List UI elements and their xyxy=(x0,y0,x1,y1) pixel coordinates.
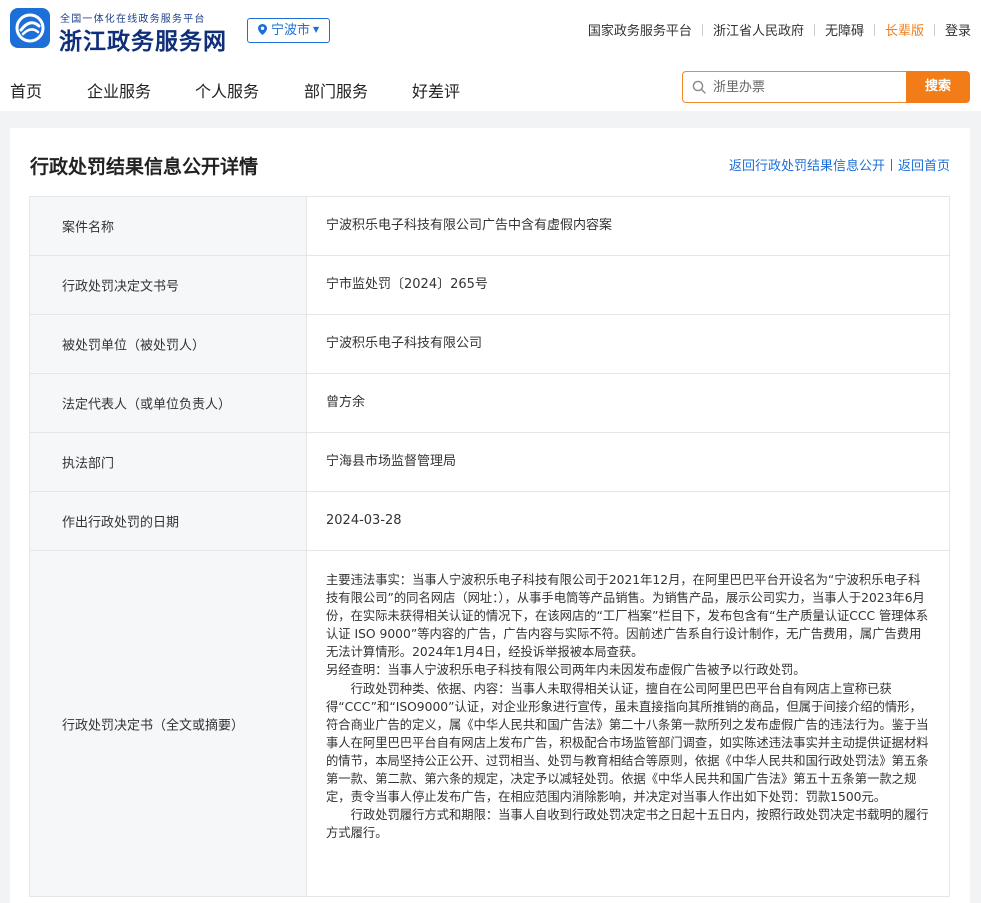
divider xyxy=(873,24,875,36)
nav-evaluation[interactable]: 好差评 xyxy=(412,78,460,102)
brand-title[interactable]: 浙江政务服务网 xyxy=(59,22,227,56)
search-box xyxy=(682,71,906,103)
table-row: 被处罚单位（被处罚人） 宁波积乐电子科技有限公司 xyxy=(30,315,949,374)
row-value: 曾方余 xyxy=(326,395,366,410)
link-national-platform[interactable]: 国家政务服务平台 xyxy=(588,20,692,39)
search-icon xyxy=(692,80,706,94)
row-value: 2024-03-28 xyxy=(326,513,402,528)
row-label: 法定代表人（或单位负责人） xyxy=(62,397,232,413)
divider xyxy=(933,24,935,36)
location-pin-icon xyxy=(258,24,267,35)
nav-enterprise-services[interactable]: 企业服务 xyxy=(87,78,151,102)
row-value: 宁波积乐电子科技有限公司广告中含有虚假内容案 xyxy=(326,218,613,233)
site-logo[interactable] xyxy=(10,8,50,48)
table-row: 法定代表人（或单位负责人） 曾方余 xyxy=(30,374,949,433)
paragraph-facts: 主要违法事实：当事人宁波积乐电子科技有限公司于2021年12月，在阿里巴巴平台开… xyxy=(326,573,929,660)
row-label: 行政处罚决定文书号 xyxy=(62,279,180,295)
nav-personal-services[interactable]: 个人服务 xyxy=(195,78,259,102)
divider xyxy=(890,159,892,171)
row-label: 行政处罚决定书（全文或摘要） xyxy=(62,718,245,733)
paragraph-findings: 另经查明：当事人宁波积乐电子科技有限公司两年内未因发布虚假广告被予以行政处罚。 xyxy=(326,663,806,678)
top-header: 全国一体化在线政务服务平台 浙江政务服务网 宁波市 ▼ 国家政务服务平台 浙江省人民… xyxy=(0,0,981,58)
table-row: 案件名称 宁波积乐电子科技有限公司广告中含有虚假内容案 xyxy=(30,197,949,256)
row-label: 被处罚单位（被处罚人） xyxy=(62,338,206,354)
table-row: 作出行政处罚的日期 2024-03-28 xyxy=(30,492,949,551)
page-title: 行政处罚结果信息公开详情 xyxy=(30,156,259,178)
divider xyxy=(813,24,815,36)
link-accessibility[interactable]: 无障碍 xyxy=(825,20,864,39)
search-button[interactable]: 搜索 xyxy=(906,71,970,103)
detail-panel: 行政处罚结果信息公开详情 返回行政处罚结果信息公开 返回首页 案件名称 宁波积乐电… xyxy=(10,128,970,903)
back-links: 返回行政处罚结果信息公开 返回首页 xyxy=(729,155,950,174)
divider xyxy=(701,24,703,36)
chevron-down-icon: ▼ xyxy=(313,25,320,34)
nav-department-services[interactable]: 部门服务 xyxy=(304,78,368,102)
row-value: 宁市监处罚〔2024〕265号 xyxy=(326,277,488,292)
paragraph-penalty-basis: 行政处罚种类、依据、内容：当事人未取得相关认证，擅自在公司阿里巴巴平台自有网店上… xyxy=(326,681,929,805)
paragraph-execution: 行政处罚履行方式和期限：当事人自收到行政处罚决定书之日起十五日内，按照行政处罚决… xyxy=(326,808,929,841)
city-name: 宁波市 xyxy=(271,23,311,38)
table-row-decision: 行政处罚决定书（全文或摘要） 主要违法事实：当事人宁波积乐电子科技有限公司于20… xyxy=(30,551,949,897)
city-selector[interactable]: 宁波市 ▼ xyxy=(247,18,330,43)
row-value: 宁波积乐电子科技有限公司 xyxy=(326,336,483,351)
login-link[interactable]: 登录 xyxy=(945,20,971,39)
link-elder-mode[interactable]: 长辈版 xyxy=(885,20,924,39)
decision-text: 主要违法事实：当事人宁波积乐电子科技有限公司于2021年12月，在阿里巴巴平台开… xyxy=(307,551,949,842)
search-input[interactable] xyxy=(713,77,893,97)
table-row: 行政处罚决定文书号 宁市监处罚〔2024〕265号 xyxy=(30,256,949,315)
top-links: 国家政务服务平台 浙江省人民政府 无障碍 长辈版 登录 xyxy=(588,20,971,39)
penalty-detail-table: 案件名称 宁波积乐电子科技有限公司广告中含有虚假内容案 行政处罚决定文书号 宁市… xyxy=(29,196,950,897)
back-to-home-link[interactable]: 返回首页 xyxy=(898,159,950,174)
row-label: 执法部门 xyxy=(62,456,115,472)
row-value: 宁海县市场监督管理局 xyxy=(326,454,457,469)
table-row: 执法部门 宁海县市场监督管理局 xyxy=(30,433,949,492)
nav-home[interactable]: 首页 xyxy=(10,78,42,102)
logo-swirl-icon xyxy=(15,13,45,43)
row-label: 案件名称 xyxy=(62,220,115,236)
back-to-list-link[interactable]: 返回行政处罚结果信息公开 xyxy=(729,159,885,174)
row-label: 作出行政处罚的日期 xyxy=(62,515,180,531)
link-provincial-gov[interactable]: 浙江省人民政府 xyxy=(713,20,804,39)
